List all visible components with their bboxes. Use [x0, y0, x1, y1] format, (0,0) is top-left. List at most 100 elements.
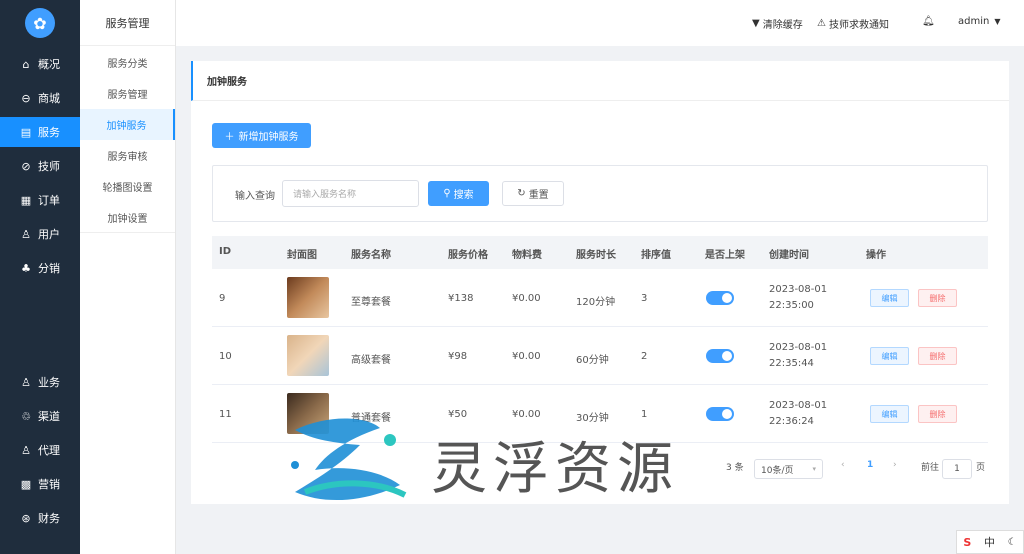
cell-material: ¥0.00: [512, 293, 541, 304]
cell-time: 22:36:24: [769, 416, 814, 427]
sidebar-item-orders[interactable]: ▦ 订单: [0, 185, 80, 215]
ime-toolbar[interactable]: S 中 ☾: [956, 530, 1024, 554]
logo-icon: ✿: [25, 8, 55, 38]
edit-button[interactable]: 编辑: [870, 347, 909, 365]
sidebar-item-business[interactable]: ♙ 业务: [0, 367, 80, 397]
cell-date: 2023-08-01: [769, 400, 828, 411]
prev-page-button[interactable]: ‹: [841, 460, 845, 470]
broom-icon: ▼: [752, 18, 760, 29]
current-page[interactable]: 1: [867, 460, 873, 470]
subnav-item-carousel[interactable]: 轮播图设置: [80, 171, 175, 202]
sidebar-item-users[interactable]: ♙ 用户: [0, 219, 80, 249]
sidebar-item-service[interactable]: ▤ 服务: [0, 117, 80, 147]
search-input[interactable]: 请输入服务名称: [282, 180, 419, 207]
service-icon: ▤: [20, 125, 32, 139]
moon-icon: ☾: [1007, 536, 1017, 548]
cell-price: ¥98: [448, 351, 468, 362]
cell-sort: 2: [641, 351, 648, 362]
sidebar-item-label: 用户: [38, 228, 60, 241]
search-icon: ⚲: [443, 188, 451, 199]
sidebar-item-agent[interactable]: ♙ 代理: [0, 435, 80, 465]
sub-sidebar-title: 服务管理: [80, 0, 175, 46]
page-size-value: 10条/页: [761, 465, 794, 476]
cell-time: 22:35:00: [769, 300, 814, 311]
cell-material: ¥0.00: [512, 351, 541, 362]
sidebar-item-label: 概况: [38, 58, 60, 71]
plus-icon: ＋: [224, 132, 235, 143]
sogou-icon: S: [963, 535, 972, 549]
sidebar-item-label: 分销: [38, 262, 60, 275]
search-button-label: 搜索: [453, 190, 474, 201]
onshelf-toggle[interactable]: [706, 349, 734, 363]
notice-label: 技师求救通知: [828, 20, 889, 31]
col-name: 服务名称: [351, 250, 391, 261]
goto-label: 前往: [921, 463, 940, 473]
sidebar-item-label: 财务: [38, 512, 60, 525]
notice-link[interactable]: ⚠ 技师求救通知: [817, 16, 889, 31]
sub-sidebar: 服务管理 服务分类 服务管理 加钟服务 服务审核 轮播图设置 加钟设置: [80, 0, 176, 554]
alarm-icon: ⚠: [817, 18, 826, 29]
sidebar-item-overview[interactable]: ⌂ 概况: [0, 49, 80, 79]
sidebar-item-finance[interactable]: ⊛ 财务: [0, 503, 80, 533]
delete-button[interactable]: 删除: [918, 289, 957, 307]
cell-price: ¥138: [448, 293, 474, 304]
cell-sort: 1: [641, 409, 648, 420]
sidebar-item-mall[interactable]: ⊖ 商城: [0, 83, 80, 113]
onshelf-toggle[interactable]: [706, 291, 734, 305]
chevron-down-icon: ▾: [812, 465, 816, 473]
col-material: 物料费: [512, 250, 542, 261]
agent-icon: ♙: [21, 443, 31, 457]
subnav-item-category[interactable]: 服务分类: [80, 47, 175, 78]
top-bar: ▼ 清除缓存 ⚠ 技师求救通知 🔔︎ admin ▼: [176, 0, 1024, 46]
business-icon: ♙: [21, 375, 31, 389]
goto-input[interactable]: 1: [942, 459, 972, 479]
bell-button[interactable]: 🔔︎: [922, 16, 938, 27]
delete-button[interactable]: 删除: [918, 347, 957, 365]
edit-button[interactable]: 编辑: [870, 289, 909, 307]
order-icon: ▦: [20, 193, 32, 207]
cell-material: ¥0.00: [512, 409, 541, 420]
bag-icon: ⊖: [21, 91, 31, 105]
subnav-item-overtime-settings[interactable]: 加钟设置: [80, 202, 175, 233]
sidebar-item-label: 商城: [38, 92, 60, 105]
cell-id: 9: [219, 293, 226, 304]
next-page-button[interactable]: ›: [893, 460, 897, 470]
search-label: 输入查询: [235, 191, 275, 202]
sidebar-item-distribution[interactable]: ♣ 分销: [0, 253, 80, 283]
cover-image: [287, 277, 329, 318]
home-icon: ⌂: [22, 57, 30, 71]
table-row: 10 高级套餐 ¥98 ¥0.00 60分钟 2 2023-08-01 22:3…: [212, 327, 988, 385]
cell-duration: 60分钟: [576, 355, 609, 366]
cell-id: 10: [219, 351, 232, 362]
col-created: 创建时间: [769, 250, 809, 261]
user-name: admin: [958, 16, 990, 27]
main-card: 加钟服务 ＋ 新增加钟服务 输入查询 请输入服务名称 ⚲ 搜索 ↻ 重置 ID …: [191, 61, 1009, 504]
main-sidebar: ✿ ⌂ 概况 ⊖ 商城 ▤ 服务 ⊘ 技师 ▦ 订单 ♙ 用户 ♣ 分销 ♙ 业…: [0, 0, 80, 554]
search-button[interactable]: ⚲ 搜索: [428, 181, 489, 206]
clear-cache-link[interactable]: ▼ 清除缓存: [752, 16, 803, 31]
delete-button[interactable]: 删除: [918, 405, 957, 423]
cover-image: [287, 393, 329, 434]
page-size-select[interactable]: 10条/页 ▾: [754, 459, 823, 479]
col-sort: 排序值: [641, 250, 671, 261]
reset-button[interactable]: ↻ 重置: [502, 181, 564, 206]
marketing-icon: ▩: [20, 477, 32, 491]
add-overtime-service-button[interactable]: ＋ 新增加钟服务: [212, 123, 311, 148]
app-logo[interactable]: ✿: [0, 0, 80, 46]
table-header: ID 封面图 服务名称 服务价格 物料费 服务时长 排序值 是否上架 创建时间 …: [212, 236, 988, 269]
user-menu[interactable]: admin ▼: [958, 16, 1001, 27]
sidebar-item-marketing[interactable]: ▩ 营销: [0, 469, 80, 499]
cell-name: 高级套餐: [351, 355, 391, 366]
cell-time: 22:35:44: [769, 358, 814, 369]
sidebar-item-technician[interactable]: ⊘ 技师: [0, 151, 80, 181]
onshelf-toggle[interactable]: [706, 407, 734, 421]
subnav-item-overtime[interactable]: 加钟服务: [80, 109, 175, 140]
edit-button[interactable]: 编辑: [870, 405, 909, 423]
subnav-item-manage[interactable]: 服务管理: [80, 78, 175, 109]
cell-id: 11: [219, 409, 232, 420]
subnav-item-review[interactable]: 服务审核: [80, 140, 175, 171]
table-row: 9 至尊套餐 ¥138 ¥0.00 120分钟 3 2023-08-01 22:…: [212, 269, 988, 327]
sidebar-item-channel[interactable]: ♲ 渠道: [0, 401, 80, 431]
pagination-total: 3 条: [726, 463, 744, 473]
chevron-down-icon: ▼: [994, 17, 1001, 26]
